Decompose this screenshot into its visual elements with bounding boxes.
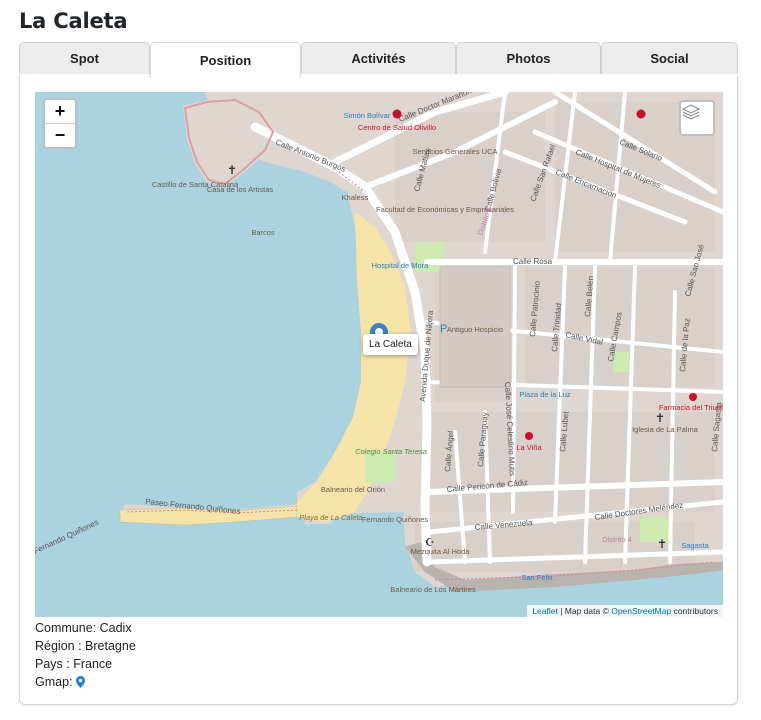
pharmacy-icon [689, 393, 697, 401]
label-iglesia-palma: Iglesia de La Palma [632, 425, 699, 434]
church-icon: ✝ [657, 537, 667, 551]
label-fernando-w: Fernando Quiñones [35, 518, 100, 556]
tab-photos[interactable]: Photos [456, 42, 601, 74]
region-row: Région : Bretagne [35, 637, 136, 655]
label-farmacia-triunfo: Farmacia del Triunfo [659, 403, 723, 412]
map-pin-icon[interactable] [75, 675, 85, 693]
tab-social[interactable]: Social [601, 42, 738, 74]
pays-value: France [73, 657, 113, 671]
commune-label: Commune: [35, 621, 97, 635]
pays-row: Pays : France [35, 655, 136, 673]
church-icon: ✝ [655, 411, 665, 425]
pays-label: Pays : [35, 657, 70, 671]
attribution-sep: | Map data © [557, 606, 612, 616]
page-title: La Caleta [19, 9, 128, 33]
tab-activites[interactable]: Activités [301, 42, 456, 74]
mosque-icon: ☪ [425, 537, 435, 549]
parking-icon: P [440, 323, 447, 335]
label-rosa: Calle Rosa [513, 257, 553, 266]
label-fernando-pub: Fernando Quiñones [362, 515, 429, 524]
pharmacy-icon [525, 432, 533, 440]
label-khaless: Khaless [342, 193, 369, 202]
label-antiguo-hospicio: Antiguo Hospicio [447, 325, 503, 334]
label-casa-artistas: Casa de los Artistas [207, 185, 274, 194]
layers-button[interactable] [679, 100, 715, 136]
marker-popup: La Caleta [363, 334, 418, 355]
label-san-felix: San Félix [521, 573, 553, 582]
label-plaza-luz: Plaza de la Luz [519, 390, 571, 399]
osm-link[interactable]: OpenStreetMap [611, 606, 671, 616]
label-playa-caleta: Playa de La Caleta [299, 513, 362, 522]
attribution-suffix: contributors [671, 606, 718, 616]
label-balneario-orion: Balneario del Orión [321, 485, 385, 494]
region-label: Région : [35, 639, 82, 653]
gmap-row: Gmap: [35, 673, 136, 693]
label-distrito-4: Distrito 4 [602, 535, 632, 544]
church-icon: ✝ [227, 163, 237, 177]
gmap-label: Gmap: [35, 675, 73, 689]
tab-bar: Spot Position Activités Photos Social [19, 42, 738, 77]
map-attribution: Leaflet | Map data © OpenStreetMap contr… [527, 605, 723, 617]
region-value: Bretagne [85, 639, 136, 653]
tab-position[interactable]: Position [150, 42, 301, 77]
zoom-control: + − [43, 98, 77, 149]
map[interactable]: Calle Antonio Burgos Calle Doctor Marañó… [35, 92, 723, 617]
leaflet-link[interactable]: Leaflet [532, 606, 558, 616]
commune-value: Cadix [99, 621, 132, 635]
label-servicios: Servicios Generales UCA [412, 147, 497, 156]
commune-row: Commune: Cadix [35, 619, 136, 637]
hospital-icon [636, 109, 646, 119]
tab-spot[interactable]: Spot [19, 42, 150, 74]
label-la-vina: La Viña [516, 443, 542, 452]
label-centro-salud: Centro de Salud Olivillo [358, 123, 436, 132]
label-balneario-martires: Balneario de Los Mártires [390, 585, 476, 594]
label-sagasta: Sagasta [681, 541, 709, 550]
layers-icon [681, 104, 701, 120]
label-hospital-mora: Hospital de Mora [372, 261, 430, 270]
label-colegio: Colegio Santa Teresa [355, 447, 427, 456]
zoom-in-button[interactable]: + [45, 100, 75, 123]
label-barcos: Barcos [251, 228, 275, 237]
label-mezquita: Mezquita Al Hoda [411, 547, 471, 556]
health-icon [392, 109, 402, 119]
zoom-out-button[interactable]: − [45, 123, 75, 147]
location-info: Commune: Cadix Région : Bretagne Pays : … [35, 619, 136, 693]
label-simon-bolivar: Simón Bolívar [344, 111, 391, 120]
